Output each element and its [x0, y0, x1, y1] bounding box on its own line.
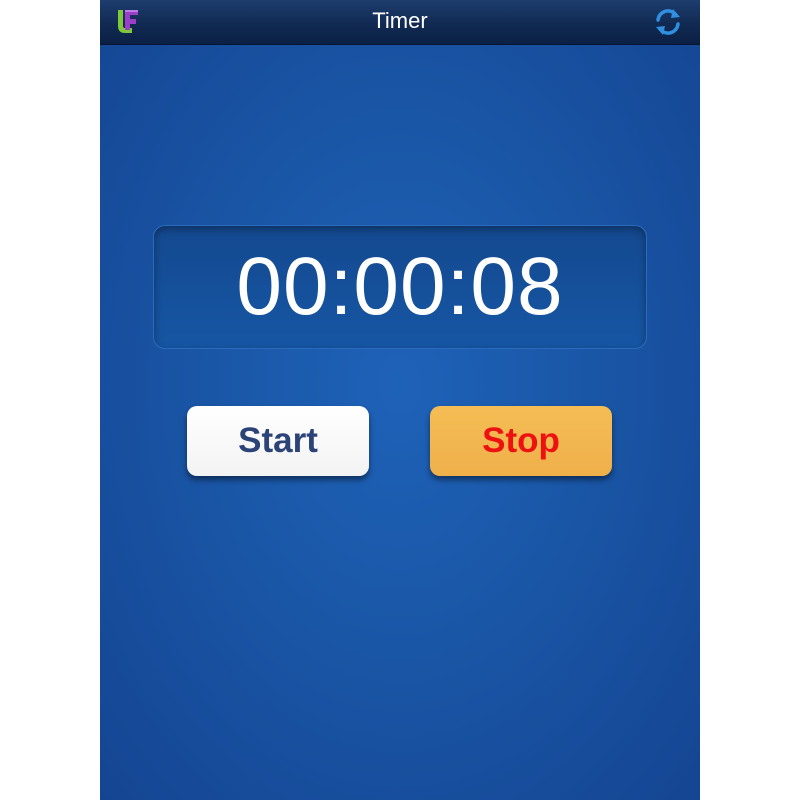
start-button[interactable]: Start — [187, 406, 369, 476]
refresh-icon[interactable] — [652, 6, 684, 38]
timer-content: 00:00:08 Start Stop — [100, 45, 700, 800]
page-title: Timer — [372, 8, 428, 33]
stop-button[interactable]: Stop — [430, 406, 612, 476]
elapsed-time: 00:00:08 — [236, 241, 564, 332]
time-display-panel: 00:00:08 — [153, 225, 647, 349]
navigation-bar: Timer — [100, 0, 700, 45]
timer-screen: Timer 00:00:08 Start Stop — [100, 0, 700, 800]
